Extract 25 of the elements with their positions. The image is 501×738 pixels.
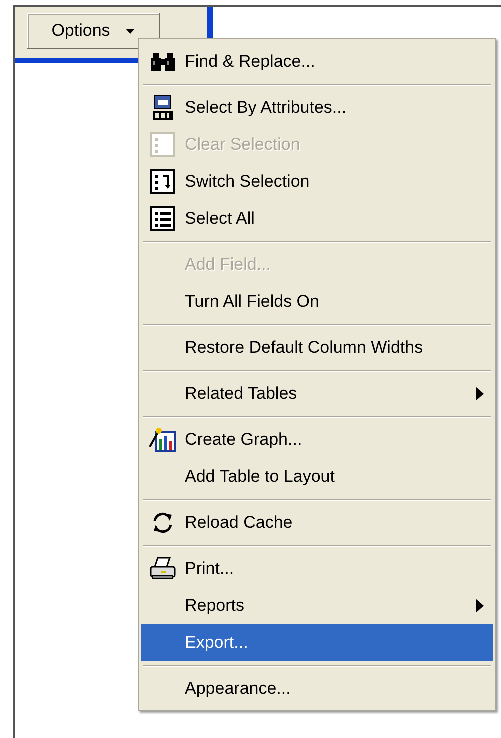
menu-item[interactable]: Select By Attributes... [141, 89, 493, 126]
options-button[interactable]: Options [27, 13, 160, 49]
menu-item[interactable]: Select All [141, 200, 493, 237]
menu-item[interactable]: Related Tables [141, 375, 493, 412]
sql-table-icon [151, 94, 175, 120]
menu-item[interactable]: Appearance... [141, 670, 493, 707]
menu-item[interactable]: Switch Selection [141, 163, 493, 200]
submenu-arrow-icon [475, 386, 485, 402]
refresh-icon [151, 510, 175, 534]
menu-item[interactable]: Reports [141, 587, 493, 624]
menu-item[interactable]: Turn All Fields On [141, 283, 493, 320]
caret-icon [126, 28, 136, 34]
menu-item[interactable]: Reload Cache [141, 504, 493, 541]
binoculars-icon [150, 50, 176, 72]
selection-icon [150, 132, 176, 158]
menu-item[interactable]: Export... [141, 624, 493, 661]
printer-icon [149, 556, 177, 580]
menu-item[interactable]: Restore Default Column Widths [141, 329, 493, 366]
selection-icon [150, 168, 176, 194]
menu-item[interactable]: Print... [141, 550, 493, 587]
list-icon [150, 206, 176, 232]
menu-item[interactable]: Create Graph... [141, 421, 493, 458]
chart-icon [149, 426, 177, 452]
menu-item[interactable]: Add Table to Layout [141, 458, 493, 495]
submenu-arrow-icon [475, 598, 485, 614]
